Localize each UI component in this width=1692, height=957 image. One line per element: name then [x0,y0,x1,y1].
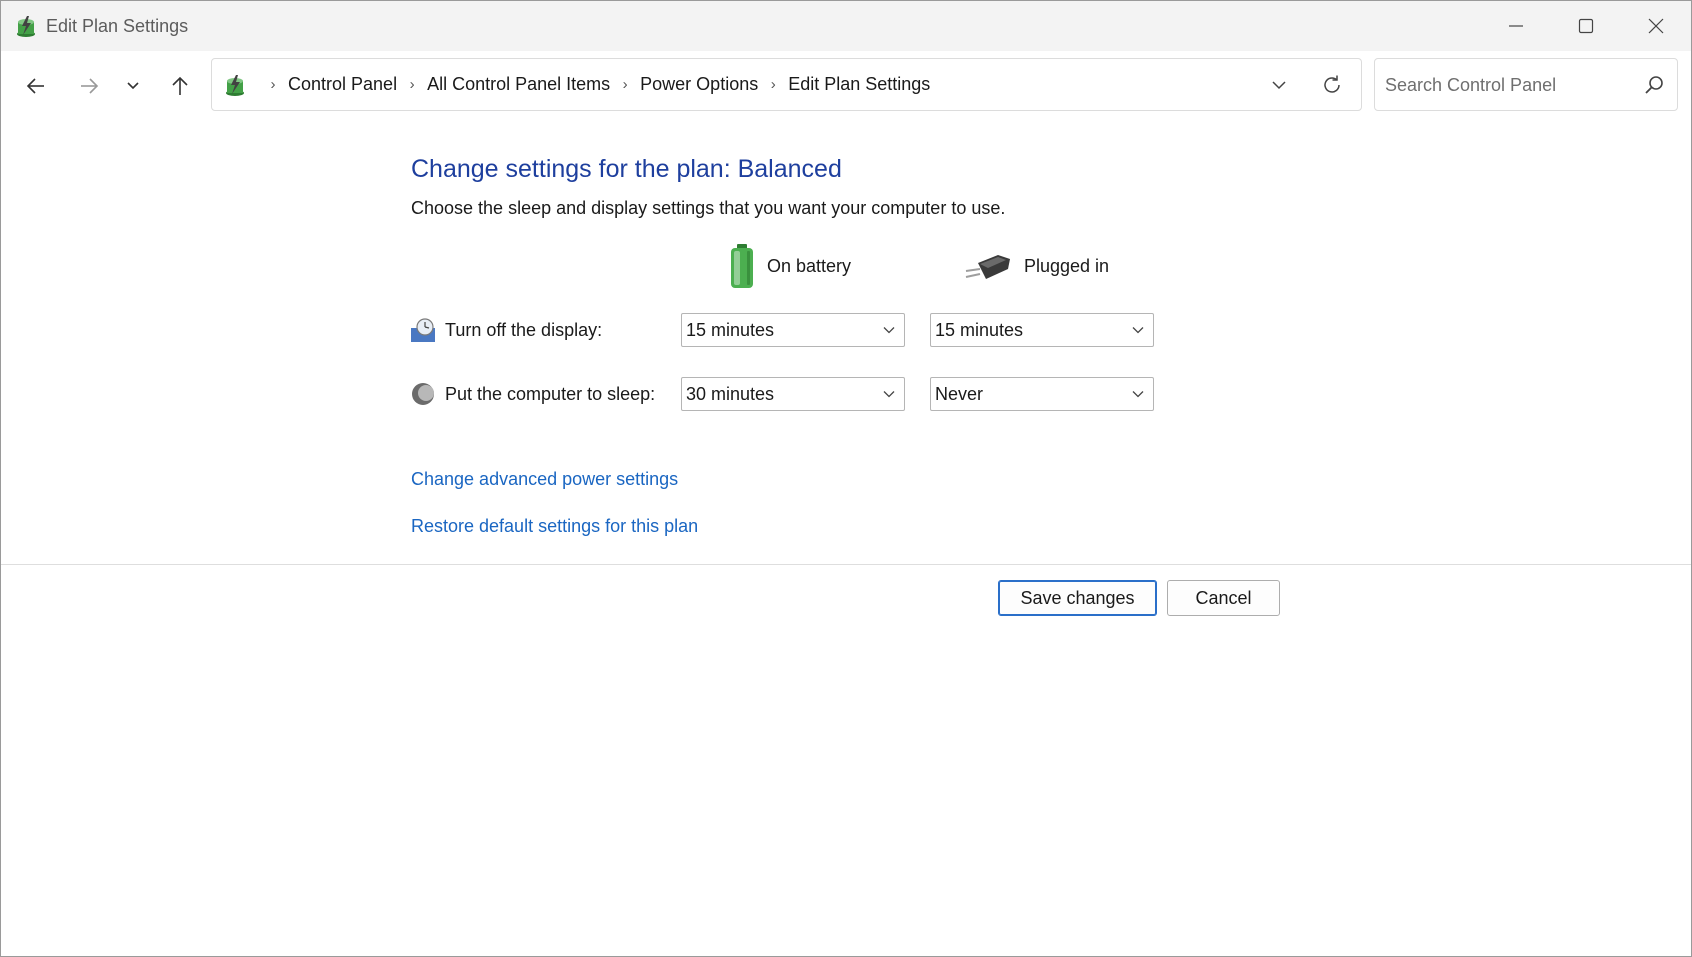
breadcrumb-power-options[interactable]: Power Options [640,74,758,95]
up-button[interactable] [162,68,198,104]
breadcrumb-separator[interactable]: › [758,76,788,93]
breadcrumb-separator[interactable]: › [258,76,288,93]
advanced-power-settings-link[interactable]: Change advanced power settings [411,469,678,490]
sleep-setting-label: Put the computer to sleep: [411,378,655,410]
column-header-plugged-in: Plugged in [964,241,1109,291]
refresh-icon [1324,75,1340,93]
search-box[interactable] [1374,58,1678,111]
edit-plan-settings-window: Edit Plan Settings › Control Panel › All… [0,0,1692,957]
plugged-in-label: Plugged in [1024,255,1110,276]
search-icon[interactable] [1643,74,1665,96]
breadcrumb-all-items[interactable]: All Control Panel Items [427,74,610,95]
footer-divider [1,564,1691,565]
back-button[interactable] [18,68,54,104]
search-input[interactable] [1385,71,1635,99]
breadcrumb-separator[interactable]: › [610,76,640,93]
chevron-down-icon [883,391,895,398]
chevron-down-icon [1132,327,1144,334]
forward-button[interactable] [71,68,107,104]
title-bar: Edit Plan Settings [1,1,1691,51]
sleep-moon-icon [412,383,434,405]
display-timer-icon [411,318,435,342]
chevron-down-icon [1132,391,1144,398]
sleep-label: Put the computer to sleep: [445,383,656,404]
recent-locations-button[interactable] [115,68,151,104]
page-title: Change settings for the plan: Balanced [411,155,842,183]
column-header-on-battery: On battery [729,241,851,291]
display-battery-select[interactable]: 15 minutes [681,313,905,347]
page-subtitle: Choose the sleep and display settings th… [411,198,1006,218]
display-plugged-select[interactable]: 15 minutes [930,313,1154,347]
close-button[interactable] [1621,1,1691,51]
chevron-down-icon [883,327,895,334]
display-battery-value: 15 minutes [686,319,775,340]
sleep-plugged-value: Never [935,383,984,404]
minimize-button[interactable] [1481,1,1551,51]
maximize-icon [1578,18,1594,34]
breadcrumb-edit-plan-settings[interactable]: Edit Plan Settings [788,74,930,95]
chevron-down-icon [127,82,139,90]
sleep-battery-select[interactable]: 30 minutes [681,377,905,411]
on-battery-label: On battery [767,255,852,276]
restore-defaults-link[interactable]: Restore default settings for this plan [411,516,698,537]
breadcrumb-separator[interactable]: › [397,76,427,93]
display-plugged-value: 15 minutes [935,319,1024,340]
refresh-button[interactable] [1316,70,1348,100]
battery-icon [731,244,753,288]
window-title: Edit Plan Settings [46,16,189,36]
chevron-down-icon [1272,81,1286,90]
power-options-icon [226,75,244,96]
sleep-plugged-select[interactable]: Never [930,377,1154,411]
arrow-up-icon [172,76,188,95]
save-changes-button[interactable]: Save changes [998,580,1157,616]
display-setting-label: Turn off the display: [411,314,602,346]
breadcrumb-control-panel[interactable]: Control Panel [288,74,397,95]
close-icon [1648,18,1664,34]
turn-off-display-label: Turn off the display: [445,319,603,340]
breadcrumb: › Control Panel › All Control Panel Item… [258,59,931,110]
maximize-button[interactable] [1551,1,1621,51]
power-options-icon [17,16,35,37]
address-bar[interactable]: › Control Panel › All Control Panel Item… [211,58,1362,111]
arrow-left-icon [26,78,44,94]
address-history-button[interactable] [1264,71,1294,99]
power-plug-icon [965,255,1010,279]
arrow-right-icon [81,78,99,94]
minimize-icon [1509,25,1523,27]
cancel-button[interactable]: Cancel [1167,580,1280,616]
sleep-battery-value: 30 minutes [686,383,775,404]
navigation-bar: › Control Panel › All Control Panel Item… [1,51,1691,121]
